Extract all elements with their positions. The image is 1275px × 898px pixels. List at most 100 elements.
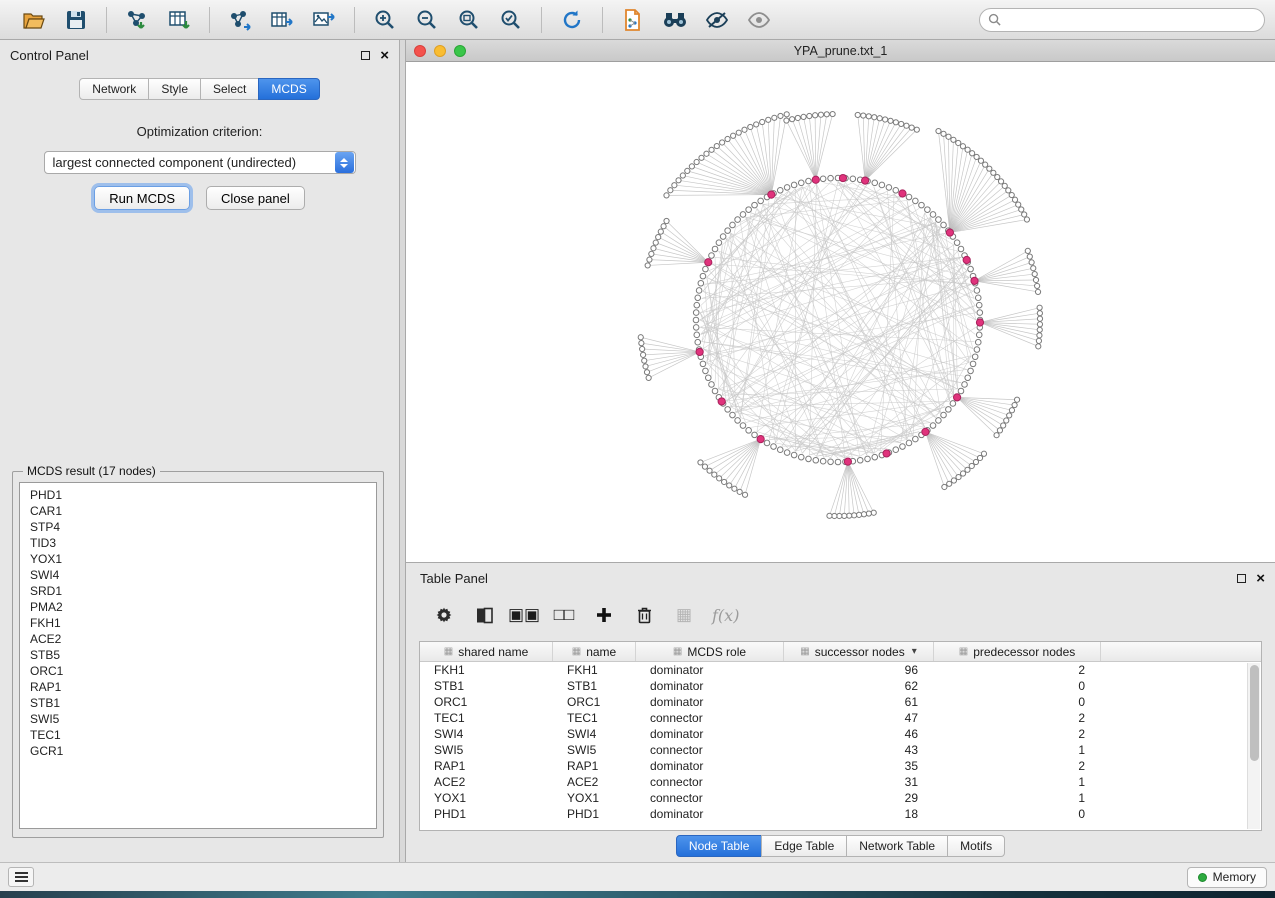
ring-node[interactable]	[872, 454, 878, 460]
leaf-node[interactable]	[974, 154, 979, 159]
leaf-node[interactable]	[699, 155, 704, 160]
table-cell[interactable]: FKH1	[420, 663, 553, 677]
ring-node[interactable]	[835, 459, 841, 465]
table-cell[interactable]: 1	[934, 775, 1101, 789]
leaf-node[interactable]	[827, 513, 832, 518]
tab-select[interactable]: Select	[200, 78, 259, 100]
ring-node[interactable]	[746, 428, 752, 434]
table-cell[interactable]: 31	[784, 775, 934, 789]
leaf-node[interactable]	[766, 117, 771, 122]
leaf-node[interactable]	[795, 115, 800, 120]
leaf-node[interactable]	[720, 140, 725, 145]
ring-node[interactable]	[970, 361, 976, 367]
ring-node[interactable]	[965, 375, 971, 381]
table-cell[interactable]: ACE2	[553, 775, 636, 789]
leaf-node[interactable]	[1036, 344, 1041, 349]
dominator-node[interactable]	[946, 229, 953, 236]
ring-node[interactable]	[694, 332, 700, 338]
dominator-node[interactable]	[971, 277, 978, 284]
table-cell[interactable]: 46	[784, 727, 934, 741]
leaf-node[interactable]	[658, 229, 663, 234]
leaf-node[interactable]	[1033, 277, 1038, 282]
ring-node[interactable]	[703, 266, 709, 272]
ring-node[interactable]	[958, 246, 964, 252]
mcds-result-item[interactable]: ACE2	[30, 631, 366, 647]
leaf-node[interactable]	[1035, 283, 1040, 288]
ring-node[interactable]	[709, 253, 715, 259]
ring-node[interactable]	[930, 423, 936, 429]
table-cell[interactable]: ORC1	[553, 695, 636, 709]
leaf-node[interactable]	[866, 114, 871, 119]
zoom-fit-icon[interactable]	[455, 6, 483, 34]
float-panel-icon[interactable]	[1237, 574, 1246, 583]
dominator-node[interactable]	[844, 458, 851, 465]
dominator-node[interactable]	[839, 174, 846, 181]
ring-node[interactable]	[828, 175, 834, 181]
criterion-dropdown[interactable]: largest connected component (undirected)	[44, 151, 356, 174]
dominator-node[interactable]	[883, 450, 890, 457]
ring-node[interactable]	[900, 444, 906, 450]
close-panel-icon[interactable]: ×	[380, 48, 389, 63]
leaf-node[interactable]	[664, 218, 669, 223]
leaf-node[interactable]	[742, 127, 747, 132]
ring-node[interactable]	[764, 440, 770, 446]
dropdown-stepper-icon[interactable]	[335, 152, 354, 173]
mcds-result-item[interactable]: FKH1	[30, 615, 366, 631]
leaf-node[interactable]	[998, 179, 1003, 184]
ring-node[interactable]	[712, 246, 718, 252]
table-cell[interactable]: SWI5	[420, 743, 553, 757]
leaf-node[interactable]	[760, 119, 765, 124]
ring-node[interactable]	[906, 194, 912, 200]
leaf-node[interactable]	[707, 468, 712, 473]
leaf-node[interactable]	[947, 481, 952, 486]
ring-node[interactable]	[975, 295, 981, 301]
leaf-node[interactable]	[640, 352, 645, 357]
leaf-node[interactable]	[872, 115, 877, 120]
leaf-node[interactable]	[772, 115, 777, 120]
table-cell[interactable]: dominator	[636, 759, 784, 773]
leaf-node[interactable]	[1035, 289, 1040, 294]
mcds-result-item[interactable]: SRD1	[30, 583, 366, 599]
table-row[interactable]: ORC1ORC1dominator610	[420, 694, 1261, 710]
leaf-node[interactable]	[645, 263, 650, 268]
ring-node[interactable]	[695, 339, 701, 345]
ring-node[interactable]	[936, 418, 942, 424]
column-header-predecessor-nodes[interactable]: ▦predecessor nodes	[934, 642, 1101, 661]
column-dropdown-icon[interactable]: ▾	[912, 646, 917, 657]
leaf-node[interactable]	[1037, 311, 1042, 316]
ring-node[interactable]	[974, 347, 980, 353]
leaf-node[interactable]	[1037, 305, 1042, 310]
window-close-icon[interactable]	[414, 45, 426, 57]
table-cell[interactable]: TEC1	[553, 711, 636, 725]
leaf-node[interactable]	[997, 428, 1002, 433]
leaf-node[interactable]	[981, 451, 986, 456]
table-row[interactable]: STB1STB1dominator620	[420, 678, 1261, 694]
leaf-node[interactable]	[856, 512, 861, 517]
leaf-node[interactable]	[722, 479, 727, 484]
leaf-node[interactable]	[1016, 202, 1021, 207]
leaf-node[interactable]	[855, 112, 860, 117]
leaf-node[interactable]	[965, 467, 970, 472]
column-header-name[interactable]: ▦name	[553, 642, 636, 661]
leaf-node[interactable]	[638, 335, 643, 340]
show-columns-icon[interactable]	[472, 603, 496, 627]
table-settings-gear-icon[interactable]	[432, 603, 456, 627]
window-minimize-icon[interactable]	[434, 45, 446, 57]
table-row[interactable]: SWI4SWI4dominator462	[420, 726, 1261, 742]
zoom-selected-icon[interactable]	[497, 6, 525, 34]
table-cell[interactable]: YOX1	[420, 791, 553, 805]
add-column-icon[interactable]	[592, 603, 616, 627]
leaf-node[interactable]	[807, 113, 812, 118]
leaf-node[interactable]	[689, 164, 694, 169]
tab-mcds[interactable]: MCDS	[258, 78, 319, 100]
ring-node[interactable]	[850, 176, 856, 182]
ring-node[interactable]	[977, 310, 983, 316]
table-cell[interactable]: 2	[934, 727, 1101, 741]
leaf-node[interactable]	[977, 455, 982, 460]
table-cell[interactable]: 96	[784, 663, 934, 677]
leaf-node[interactable]	[956, 474, 961, 479]
table-cell[interactable]: SWI4	[553, 727, 636, 741]
table-cell[interactable]: RAP1	[553, 759, 636, 773]
ring-node[interactable]	[913, 198, 919, 204]
leaf-node[interactable]	[861, 113, 866, 118]
